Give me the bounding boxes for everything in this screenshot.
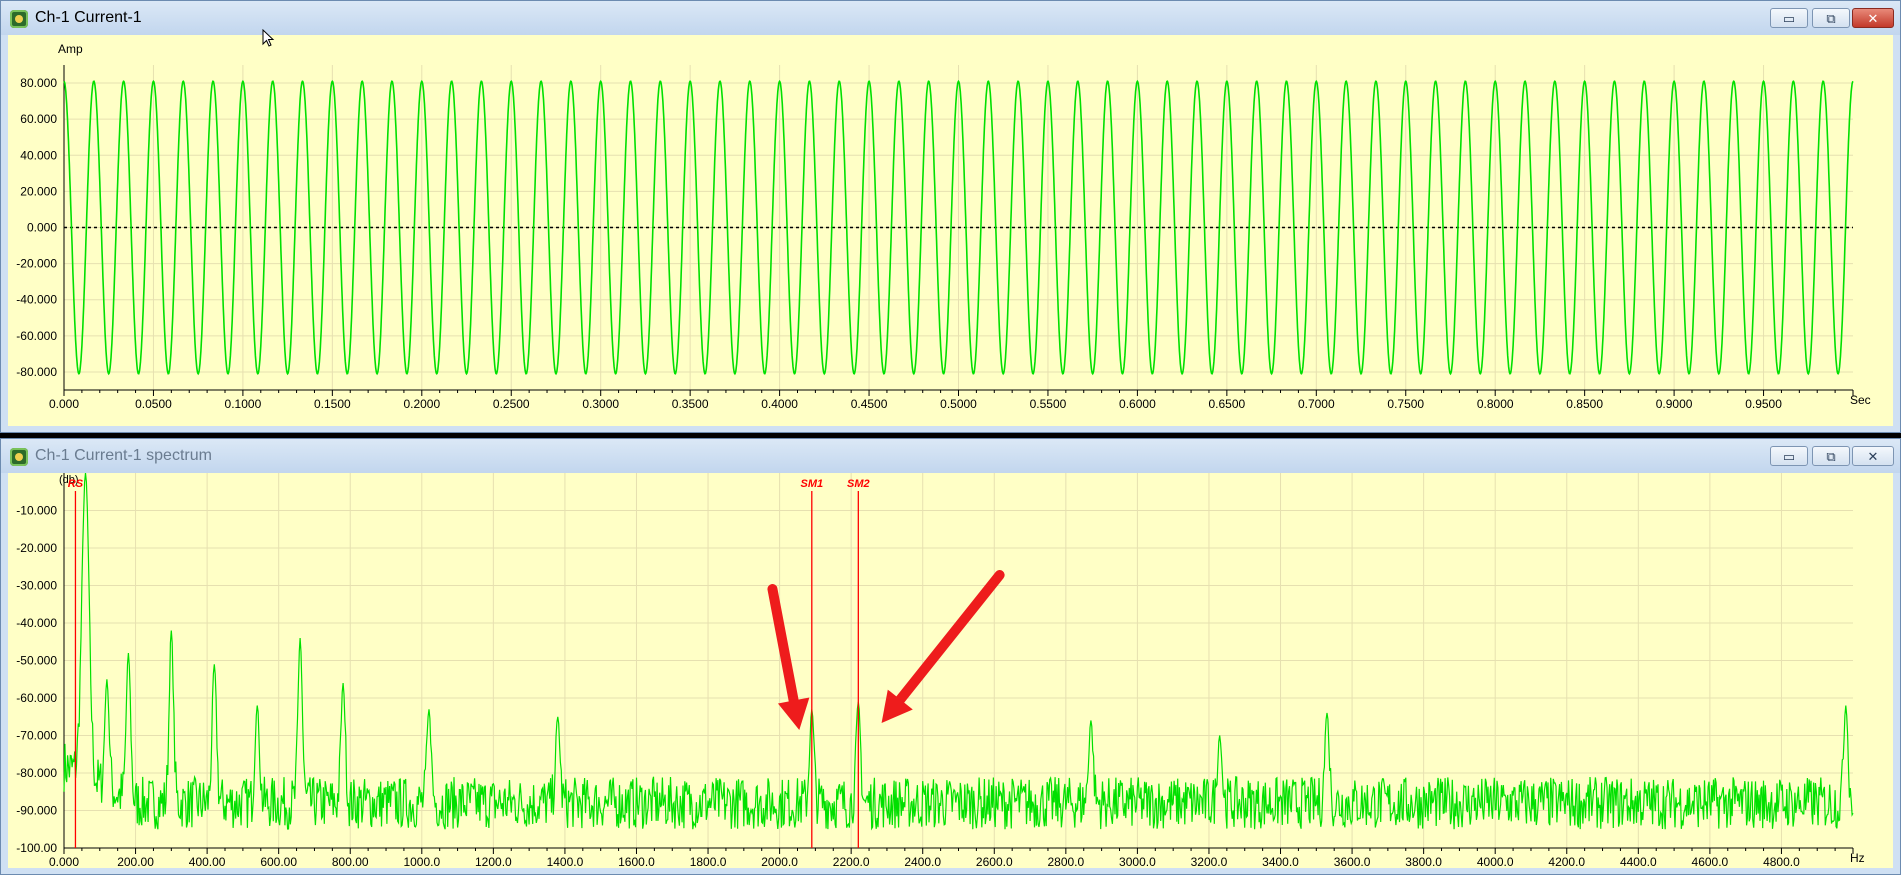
y-tick-label: -40.000 bbox=[16, 616, 57, 630]
x-tick-label: 0.2500 bbox=[493, 397, 530, 411]
x-tick-label: 1800.0 bbox=[690, 855, 727, 869]
x-tick-label: 800.00 bbox=[332, 855, 369, 869]
y-tick-label: -80.000 bbox=[16, 365, 57, 379]
x-tick-label: 4600.0 bbox=[1692, 855, 1729, 869]
restore-button[interactable]: ⧉ bbox=[1812, 8, 1850, 28]
y-tick-label: -60.000 bbox=[16, 329, 57, 343]
x-tick-label: 4800.0 bbox=[1763, 855, 1800, 869]
y-tick-label: -100.00 bbox=[16, 841, 57, 855]
y-tick-label: -80.000 bbox=[16, 766, 57, 780]
title-bar[interactable]: Ch-1 Current-1 spectrum ▭ ⧉ ✕ bbox=[1, 439, 1900, 473]
x-tick-label: 2800.0 bbox=[1047, 855, 1084, 869]
x-tick-label: 400.00 bbox=[189, 855, 226, 869]
x-tick-label: 4000.0 bbox=[1477, 855, 1514, 869]
x-tick-label: 0.000 bbox=[49, 855, 79, 869]
y-tick-label: -20.000 bbox=[16, 541, 57, 555]
x-axis-label: Sec bbox=[1850, 393, 1871, 407]
y-tick-label: -70.000 bbox=[16, 729, 57, 743]
x-tick-label: 0.6000 bbox=[1119, 397, 1156, 411]
mouse-cursor-icon bbox=[262, 29, 275, 47]
y-tick-label: -40.000 bbox=[16, 293, 57, 307]
spectrum-chart[interactable]: -10.000 -20.000 -30.000 -40.000 -50.000 -60.0… bbox=[8, 473, 1895, 870]
x-tick-label: 3200.0 bbox=[1191, 855, 1228, 869]
x-tick-label: 1600.0 bbox=[618, 855, 655, 869]
y-tick-label: 20.000 bbox=[20, 184, 57, 198]
title-bar[interactable]: Ch-1 Current-1 ▭ ⧉ ✕ bbox=[1, 1, 1900, 35]
x-tick-label: 600.00 bbox=[260, 855, 297, 869]
x-tick-label: 0.0500 bbox=[135, 397, 172, 411]
close-button[interactable]: ✕ bbox=[1852, 446, 1894, 466]
x-tick-label: 200.00 bbox=[117, 855, 154, 869]
y-tick-label: -10.000 bbox=[16, 504, 57, 518]
y-tick-label: -60.000 bbox=[16, 691, 57, 705]
y-tick-label: -30.000 bbox=[16, 579, 57, 593]
marker-label: SM2 bbox=[847, 478, 870, 490]
x-tick-label: 3000.0 bbox=[1119, 855, 1156, 869]
y-tick-label: 60.000 bbox=[20, 112, 57, 126]
x-tick-label: 3600.0 bbox=[1334, 855, 1371, 869]
y-tick-label: 40.000 bbox=[20, 148, 57, 162]
x-tick-label: 0.2000 bbox=[403, 397, 440, 411]
x-tick-label: 2200.0 bbox=[833, 855, 870, 869]
y-tick-label: 80.000 bbox=[20, 76, 57, 90]
y-tick-label: -20.000 bbox=[16, 257, 57, 271]
spectrum-plot-area[interactable]: -10.000 -20.000 -30.000 -40.000 -50.000 -60.0… bbox=[8, 473, 1895, 870]
x-tick-label: 2000.0 bbox=[761, 855, 798, 869]
x-tick-label: 0.3500 bbox=[672, 397, 709, 411]
marker-label: SM1 bbox=[800, 478, 823, 490]
x-tick-label: 4400.0 bbox=[1620, 855, 1657, 869]
window-title: Ch-1 Current-1 bbox=[35, 9, 142, 26]
y-tick-label: -90.000 bbox=[16, 804, 57, 818]
x-tick-label: 0.8000 bbox=[1477, 397, 1514, 411]
x-tick-label: 0.8500 bbox=[1566, 397, 1603, 411]
marker-label: RS bbox=[68, 478, 84, 490]
y-tick-label: -50.000 bbox=[16, 654, 57, 668]
x-tick-label: 2600.0 bbox=[976, 855, 1013, 869]
app-icon[interactable] bbox=[10, 10, 28, 28]
x-tick-label: 0.7000 bbox=[1298, 397, 1335, 411]
y-tick-label: 0.000 bbox=[27, 221, 57, 235]
x-tick-label: 1000.0 bbox=[403, 855, 440, 869]
x-tick-label: 0.000 bbox=[49, 397, 79, 411]
x-tick-label: 0.5000 bbox=[940, 397, 977, 411]
minimize-button[interactable]: ▭ bbox=[1770, 8, 1808, 28]
x-tick-label: 0.9000 bbox=[1656, 397, 1693, 411]
spectrum-series bbox=[63, 473, 1854, 831]
x-tick-label: 0.3000 bbox=[582, 397, 619, 411]
app-icon[interactable] bbox=[10, 448, 28, 466]
x-axis-label: Hz bbox=[1850, 851, 1865, 865]
x-tick-label: 0.7500 bbox=[1387, 397, 1424, 411]
x-tick-label: 0.5500 bbox=[1030, 397, 1067, 411]
x-tick-label: 4200.0 bbox=[1548, 855, 1585, 869]
y-axis-label: Amp bbox=[58, 42, 83, 56]
minimize-button[interactable]: ▭ bbox=[1770, 446, 1808, 466]
x-tick-label: 0.1500 bbox=[314, 397, 351, 411]
x-tick-label: 1200.0 bbox=[475, 855, 512, 869]
x-tick-label: 0.9500 bbox=[1745, 397, 1782, 411]
x-tick-label: 0.4500 bbox=[851, 397, 888, 411]
waveform-chart[interactable]: 80.000 60.000 40.000 20.000 0.000 -20.000 -40.… bbox=[8, 35, 1895, 428]
window-title: Ch-1 Current-1 spectrum bbox=[35, 447, 212, 464]
x-tick-label: 2400.0 bbox=[904, 855, 941, 869]
waveform-plot-area[interactable]: 80.000 60.000 40.000 20.000 0.000 -20.000 -40.… bbox=[8, 35, 1893, 426]
close-button[interactable]: ✕ bbox=[1852, 8, 1894, 28]
x-tick-label: 0.4000 bbox=[761, 397, 798, 411]
annotation-arrowhead bbox=[777, 697, 810, 730]
x-tick-label: 0.6500 bbox=[1208, 397, 1245, 411]
x-tick-label: 3800.0 bbox=[1405, 855, 1442, 869]
annotation-arrow bbox=[895, 570, 1005, 705]
waveform-window: Ch-1 Current-1 ▭ ⧉ ✕ 80.000 60.000 40.000 2… bbox=[0, 0, 1901, 433]
spectrum-window: Ch-1 Current-1 spectrum ▭ ⧉ ✕ -10.000 -20… bbox=[0, 438, 1901, 875]
annotation-arrow bbox=[767, 584, 799, 706]
x-tick-label: 3400.0 bbox=[1262, 855, 1299, 869]
restore-button[interactable]: ⧉ bbox=[1812, 446, 1850, 466]
x-tick-label: 0.1000 bbox=[225, 397, 262, 411]
x-tick-label: 1400.0 bbox=[547, 855, 584, 869]
